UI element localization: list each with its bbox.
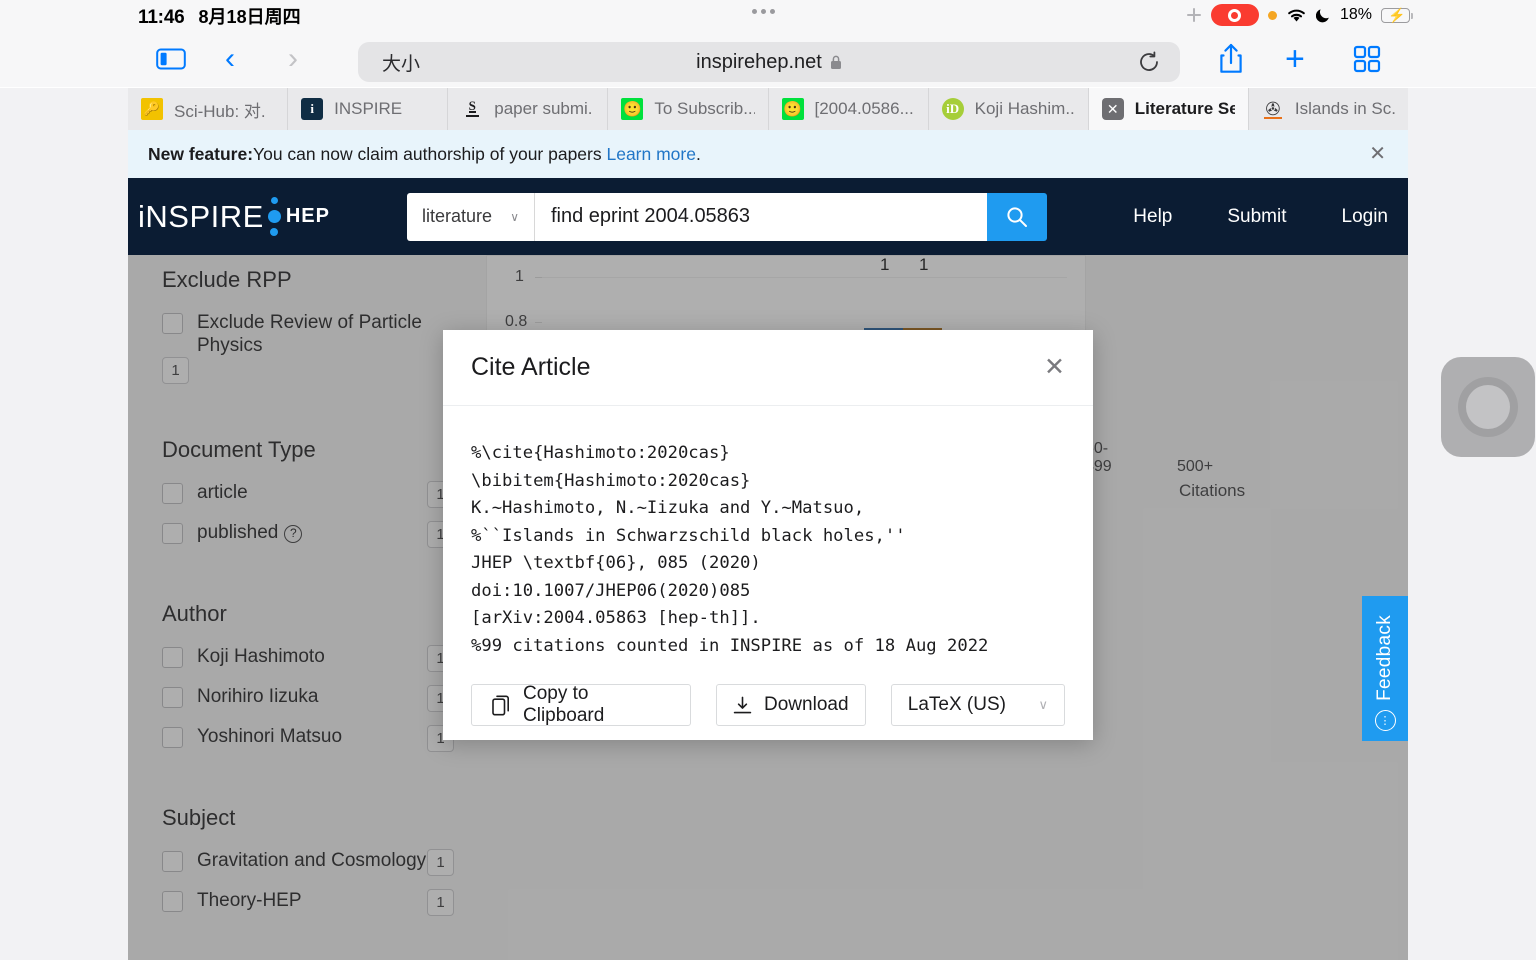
right-rail [1408,88,1536,960]
search-scope-label: literature [422,206,493,226]
download-button-label: Download [764,694,849,715]
banner-text: New feature:You can now claim authorship… [148,144,701,165]
browser-tab[interactable]: 🙂 [2004.0586... [769,88,929,130]
screen-record-icon[interactable] [1210,4,1259,26]
inspire-logo[interactable]: iNSPIRE HEP [138,196,330,237]
url-host: inspirehep.net [696,50,822,73]
browser-tab[interactable]: i INSPIRE [288,88,449,130]
assistive-touch-button[interactable] [1441,357,1535,457]
close-box-icon[interactable]: ✕ [1101,98,1124,120]
back-button[interactable]: ‹ [225,42,235,76]
download-button[interactable]: Download [715,684,866,726]
citation-format-value: LaTeX (US) [907,694,1006,715]
orange-dot-icon [1267,10,1277,20]
dialog-title: Cite Article [471,353,591,381]
tab-label: To Subscrib... [654,99,755,118]
close-icon[interactable]: ✕ [1369,144,1386,164]
banner-body-label: You can now claim authorship of your pap… [253,143,607,164]
assistive-touch-ring [1458,377,1518,437]
left-rail [0,88,128,960]
logo-dots-icon [266,196,284,237]
tab-overview-icon[interactable] [1352,44,1382,74]
close-icon[interactable]: ✕ [1044,355,1065,380]
copy-to-clipboard-button[interactable]: Copy to Clipboard [471,683,691,726]
orcid-icon: iD [941,98,964,120]
chevron-down-icon: ∨ [1038,697,1048,712]
browser-tab[interactable]: 🔑 Sci-Hub: 对. [128,88,289,130]
citation-text[interactable]: %\cite{Hashimoto:2020cas} \bibitem{Hashi… [443,406,1093,660]
status-date: 8月18日周四 [198,7,301,27]
dialog-header: Cite Article ✕ [443,330,1093,406]
search-bar: literature ∨ find eprint 2004.05863 [407,192,1047,241]
tab-label: INSPIRE [334,99,403,118]
url-text: inspirehep.net [358,51,1180,74]
copy-icon [492,695,511,716]
browser-tab[interactable]: ✇ Islands in Sc... [1249,88,1408,130]
moon-icon [1315,7,1331,23]
tab-label: Islands in Sc... [1294,99,1395,118]
browser-tab[interactable]: iD Koji Hashim... [929,88,1089,130]
browser-tab[interactable]: 🙂 To Subscrib... [608,88,769,130]
browser-tab[interactable]: S paper submi... [448,88,609,130]
battery-percent-label: 18% [1339,6,1372,23]
lock-icon [830,55,842,70]
header-nav: Help Submit Login [1133,206,1388,228]
status-clock: 11:46 [138,7,185,28]
download-icon [733,696,752,715]
arxiv-icon: ✇ [1262,98,1284,120]
scihub-icon: 🔑 [141,98,163,120]
sidebar-icon[interactable] [155,46,187,72]
logo-hep: HEP [285,205,330,227]
banner-bold-label: New feature: [148,143,254,164]
ios-status-bar: 11:46 8月18日周四 18% ⚡ [0,0,1536,30]
browser-tab-active[interactable]: ✕ Literature Se... [1088,88,1249,130]
logo-text: iNSPIRE [138,199,264,235]
new-tab-button[interactable]: + [1285,42,1305,76]
feedback-label: Feedback [1374,615,1395,701]
smiley-icon: 🙂 [621,98,644,120]
springer-icon: S [461,98,483,120]
dialog-actions: Copy to Clipboard Download LaTeX (US) ∨ [443,660,1093,726]
tab-label: paper submi... [494,99,595,118]
screen: 11:46 8月18日周四 18% ⚡ ‹ › 大小 inspirehep.ne… [0,0,1536,960]
citation-format-select[interactable]: LaTeX (US) ∨ [890,684,1065,726]
tab-label: Koji Hashim... [974,99,1075,118]
announcement-banner: New feature:You can now claim authorship… [128,130,1408,178]
inspire-icon: i [301,98,324,120]
wifi-icon [1286,7,1307,23]
charging-bolt-icon: ⚡ [1388,6,1406,23]
search-icon [1006,206,1028,228]
status-right: 18% ⚡ [1186,0,1413,30]
search-scope-select[interactable]: literature ∨ [407,192,535,241]
nav-help[interactable]: Help [1133,206,1172,228]
nav-login[interactable]: Login [1342,206,1389,228]
share-icon[interactable] [1216,43,1246,75]
address-bar[interactable]: 大小 inspirehep.net [358,42,1180,82]
chevron-down-icon: ∨ [510,209,519,224]
battery-icon: ⚡ [1381,6,1413,23]
reload-icon[interactable] [1138,51,1160,73]
forward-button[interactable]: › [288,42,298,76]
nav-submit[interactable]: Submit [1227,206,1286,228]
feedback-tab[interactable]: ⋮ Feedback [1362,596,1408,741]
search-button[interactable] [987,192,1047,241]
browser-toolbar: ‹ › 大小 inspirehep.net + [0,30,1536,87]
assistive-touch-core [1466,385,1510,429]
tab-strip: 🔑 Sci-Hub: 对. i INSPIRE S paper submi...… [128,88,1408,130]
status-left: 11:46 8月18日周四 [138,3,301,29]
feedback-icon: ⋮ [1374,710,1396,731]
inspire-header: iNSPIRE HEP literature ∨ find eprint 200… [128,178,1408,255]
copy-button-label: Copy to Clipboard [523,683,605,726]
banner-period: . [695,143,701,164]
learn-more-link[interactable]: Learn more [606,144,696,164]
cite-article-dialog: Cite Article ✕ %\cite{Hashimoto:2020cas}… [443,330,1093,740]
smiley-icon: 🙂 [781,98,804,120]
sync-icon [1186,7,1202,23]
tab-label: Sci-Hub: 对. [174,101,266,121]
search-input[interactable]: find eprint 2004.05863 [535,192,987,241]
multitask-handle[interactable] [752,9,775,14]
tab-label: Literature Se... [1134,99,1235,118]
logo-nspire: NSPIRE [145,198,264,234]
tab-label: [2004.0586... [814,99,914,118]
